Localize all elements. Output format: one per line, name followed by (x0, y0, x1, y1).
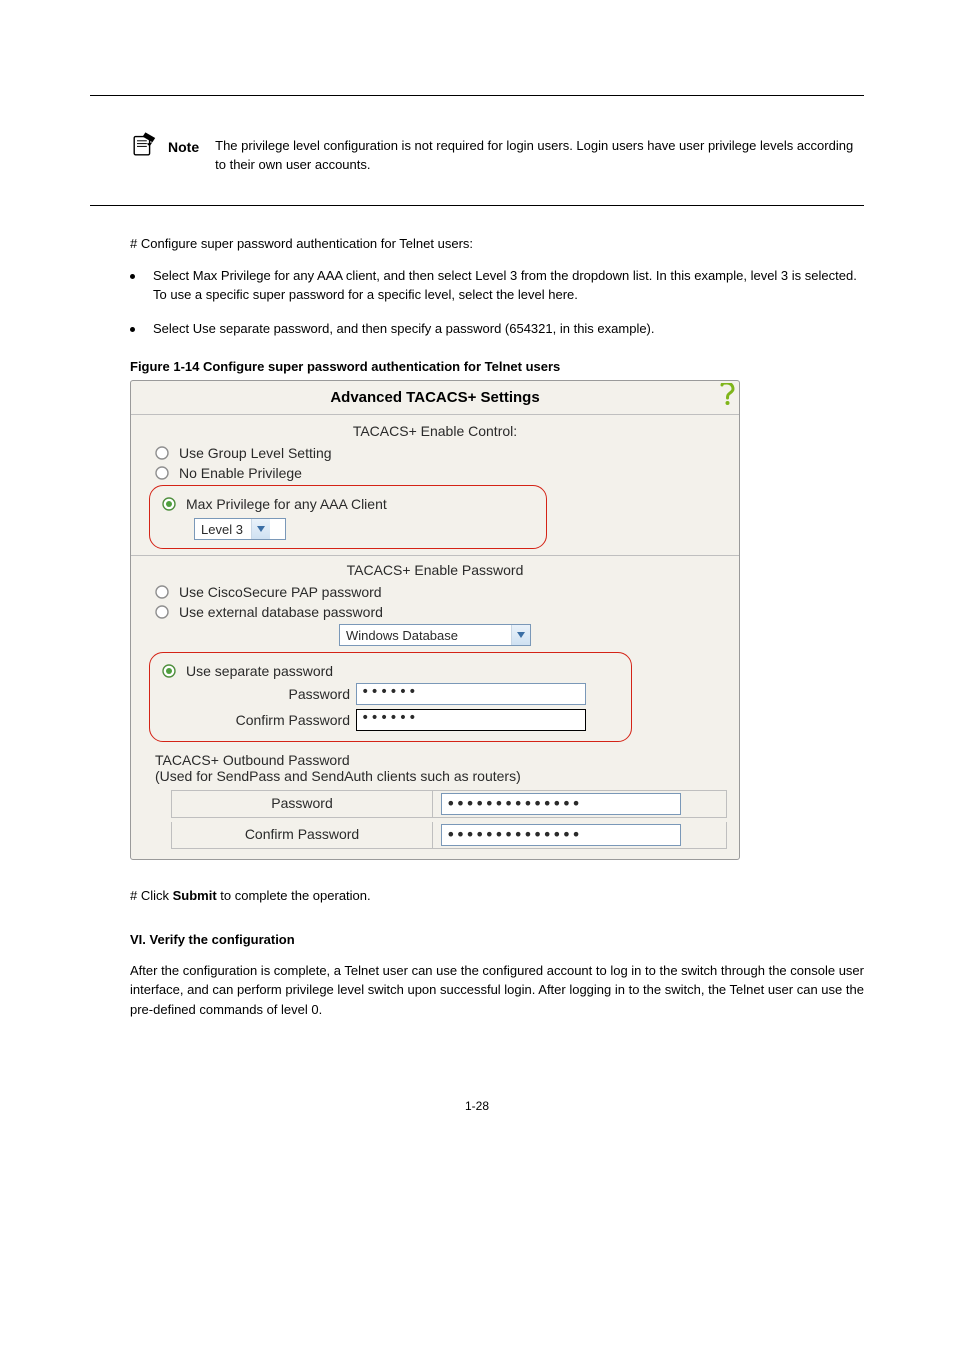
bullet-icon (130, 274, 135, 279)
bullet-item-2: Select Use separate password, and then s… (153, 320, 655, 339)
outbound-subtitle: (Used for SendPass and SendAuth clients … (155, 768, 727, 784)
radio-max-privilege-label: Max Privilege for any AAA Client (186, 496, 387, 512)
password-input[interactable]: •••••• (356, 683, 586, 705)
help-icon[interactable] (719, 383, 735, 405)
level-select-value: Level 3 (195, 522, 251, 537)
closing-p1-suffix: to complete the operation. (217, 888, 371, 903)
verify-text: After the configuration is complete, a T… (130, 961, 864, 1020)
note-icon (130, 131, 158, 159)
password-label: Password (190, 686, 356, 702)
page-number: 1-28 (90, 1099, 864, 1113)
outbound-confirm-password-label: Confirm Password (172, 822, 433, 848)
db-select[interactable]: Windows Database (339, 624, 531, 646)
radio-pap-password-label: Use CiscoSecure PAP password (179, 584, 382, 600)
radio-group-level-label: Use Group Level Setting (179, 445, 332, 461)
advanced-tacacs-settings-panel: Advanced TACACS+ Settings TACACS+ Enable… (130, 380, 740, 860)
confirm-password-label: Confirm Password (190, 712, 356, 728)
bullet-item-1: Select Max Privilege for any AAA client,… (153, 267, 864, 305)
callout-max-privilege: Max Privilege for any AAA Client Level 3 (149, 485, 547, 549)
outbound-password-input[interactable]: •••••••••••••• (441, 793, 681, 815)
radio-group-level[interactable] (155, 446, 169, 460)
enable-control-title: TACACS+ Enable Control: (143, 423, 727, 439)
figure-caption: Figure 1-14 Configure super password aut… (130, 359, 864, 374)
note-label: Note (168, 139, 199, 155)
radio-no-enable[interactable] (155, 466, 169, 480)
note-text: The privilege level configuration is not… (215, 137, 864, 175)
panel-title: Advanced TACACS+ Settings (330, 389, 539, 406)
step-heading: # Configure super password authenticatio… (130, 236, 864, 251)
chevron-down-icon (511, 625, 530, 645)
chevron-down-icon (251, 519, 270, 539)
radio-pap-password[interactable] (155, 585, 169, 599)
submit-bold: Submit (173, 888, 217, 903)
outbound-confirm-password-input[interactable]: •••••••••••••• (441, 824, 681, 846)
level-select[interactable]: Level 3 (194, 518, 286, 540)
radio-no-enable-label: No Enable Privilege (179, 465, 302, 481)
radio-max-privilege[interactable] (162, 497, 176, 511)
outbound-password-label: Password (172, 791, 433, 817)
radio-external-db[interactable] (155, 605, 169, 619)
bullet-icon (130, 327, 135, 332)
radio-separate-password[interactable] (162, 664, 176, 678)
callout-separate-password: Use separate password Password •••••• Co… (149, 652, 632, 742)
verify-heading: VI. Verify the configuration (130, 932, 864, 947)
confirm-password-input[interactable]: •••••• (356, 709, 586, 731)
closing-p1-prefix: # Click (130, 888, 173, 903)
radio-external-db-label: Use external database password (179, 604, 383, 620)
enable-password-title: TACACS+ Enable Password (143, 562, 727, 578)
db-select-value: Windows Database (340, 628, 511, 643)
radio-separate-password-label: Use separate password (186, 663, 333, 679)
outbound-title: TACACS+ Outbound Password (155, 752, 727, 768)
